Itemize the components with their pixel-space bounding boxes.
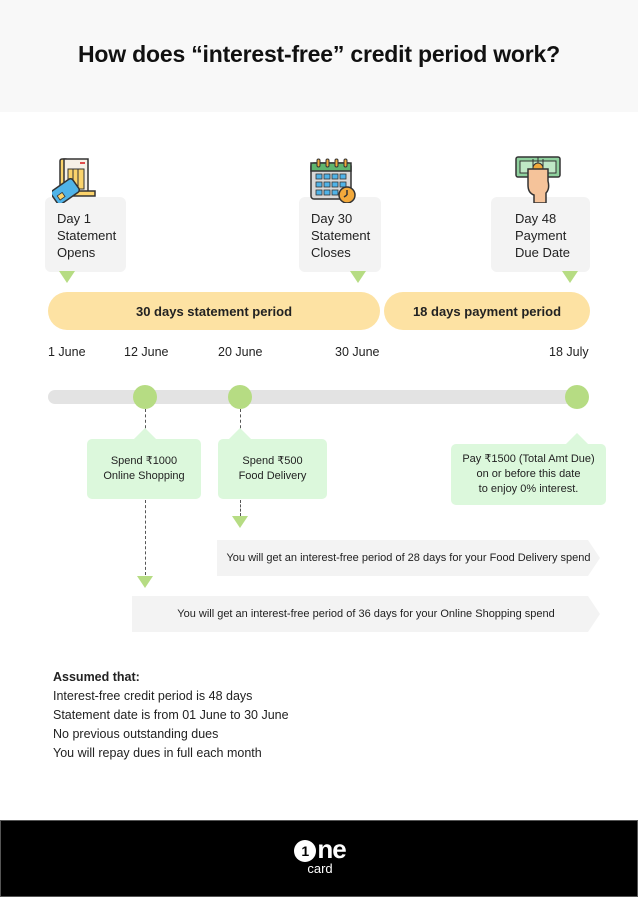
footer: 1 ne card xyxy=(0,820,638,897)
hand-holding-cash-icon xyxy=(514,155,564,204)
spend-card-pointer-20-june xyxy=(229,428,251,439)
milestone-pointer-day48 xyxy=(562,271,578,283)
timeline-dot-20-june xyxy=(228,385,252,409)
spend-card-food-delivery: Spend ₹500 Food Delivery xyxy=(218,439,327,499)
statement-period-pill: 30 days statement period xyxy=(48,292,380,330)
timeline-track xyxy=(48,390,588,404)
date-label-12-june: 12 June xyxy=(124,345,169,359)
assumption-item: Statement date is from 01 June to 30 Jun… xyxy=(53,708,289,722)
result-pointer-online-shopping xyxy=(137,576,153,588)
date-label-30-june: 30 June xyxy=(335,345,380,359)
header: How does “interest-free” credit period w… xyxy=(0,0,638,112)
date-label-1-june: 1 June xyxy=(48,345,86,359)
onecard-logo: 1 ne xyxy=(1,835,638,863)
payment-card-pointer-18-july xyxy=(566,433,588,444)
bill-and-credit-card-icon xyxy=(50,157,102,206)
result-banner-food-delivery: You will get an interest-free period of … xyxy=(217,540,600,576)
date-label-18-july: 18 July xyxy=(549,345,589,359)
logo-subtext: card xyxy=(307,861,333,876)
milestone-label-day1: Day 1 Statement Opens xyxy=(57,211,117,260)
page-title: How does “interest-free” credit period w… xyxy=(78,41,560,67)
milestone-label-day48: Day 48 Payment Due Date xyxy=(515,211,570,260)
milestone-label-day30: Day 30 Statement Closes xyxy=(311,211,371,260)
result-pointer-food-delivery xyxy=(232,516,248,528)
calendar-clock-icon xyxy=(308,157,358,204)
payment-due-card: Pay ₹1500 (Total Amt Due) on or before t… xyxy=(451,444,606,505)
timeline-dot-12-june xyxy=(133,385,157,409)
assumption-item: Interest-free credit period is 48 days xyxy=(53,689,253,703)
assumptions-heading: Assumed that: xyxy=(53,670,140,684)
milestone-pointer-day1 xyxy=(59,271,75,283)
milestone-pointer-day30 xyxy=(350,271,366,283)
payment-period-pill: 18 days payment period xyxy=(384,292,590,330)
assumptions-section: Assumed that: Interest-free credit perio… xyxy=(53,668,289,763)
result-banner-online-shopping: You will get an interest-free period of … xyxy=(132,596,600,632)
spend-card-pointer-12-june xyxy=(134,428,156,439)
connector-12-june-bottom xyxy=(145,500,146,575)
connector-20-june-bottom xyxy=(240,500,241,516)
logo-word: ne xyxy=(317,834,346,864)
logo-one-mark: 1 xyxy=(294,840,317,862)
spend-card-online-shopping: Spend ₹1000 Online Shopping xyxy=(87,439,201,499)
assumption-item: No previous outstanding dues xyxy=(53,727,219,741)
timeline-dot-18-july xyxy=(565,385,589,409)
assumption-item: You will repay dues in full each month xyxy=(53,746,262,760)
date-label-20-june: 20 June xyxy=(218,345,263,359)
